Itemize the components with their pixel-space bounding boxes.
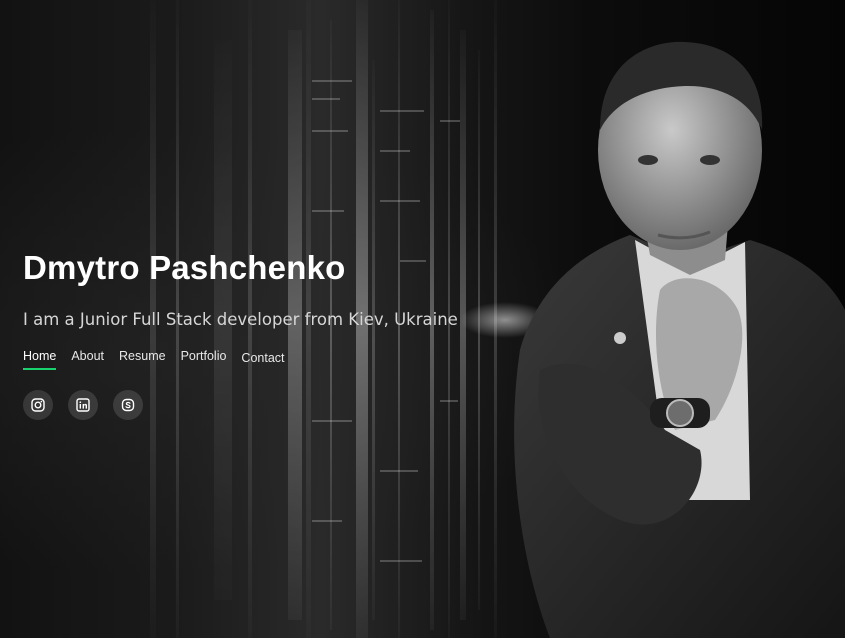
hero-tagline: I am a Junior Full Stack developer from … [23, 310, 458, 329]
instagram-link[interactable] [23, 390, 53, 420]
nav-resume[interactable]: Resume [119, 349, 166, 368]
nav-about[interactable]: About [71, 349, 104, 368]
instagram-icon [31, 398, 45, 412]
hero-name: Dmytro Pashchenko [23, 249, 346, 286]
social-links [23, 390, 543, 420]
nav-contact[interactable]: Contact [241, 351, 284, 370]
linkedin-link[interactable] [68, 390, 98, 420]
linkedin-icon [76, 398, 90, 412]
main-nav: Home About Resume Portfolio Contact [23, 349, 543, 370]
profile-photo [514, 41, 845, 638]
nav-home[interactable]: Home [23, 349, 57, 370]
nav-portfolio[interactable]: Portfolio [181, 349, 227, 368]
skype-icon [121, 398, 135, 412]
skype-link[interactable] [113, 390, 143, 420]
hero-content: Dmytro Pashchenko I am a Junior Full Sta… [23, 248, 543, 420]
hero-section: Dmytro Pashchenko I am a Junior Full Sta… [0, 0, 845, 638]
